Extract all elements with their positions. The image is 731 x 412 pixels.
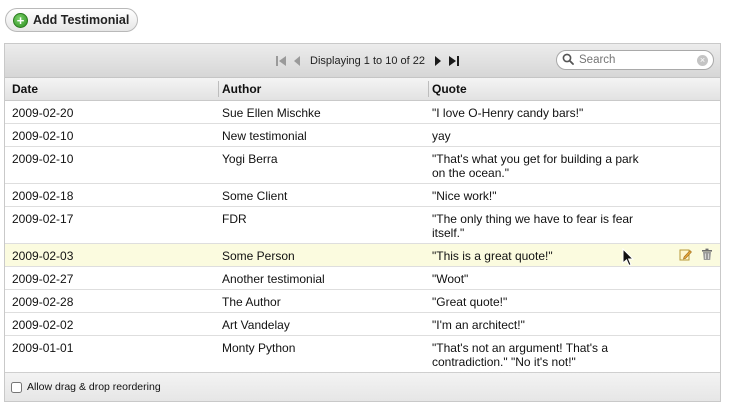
cell-author: Sue Ellen Mischke <box>222 106 321 120</box>
cell-author: Another testimonial <box>222 272 325 286</box>
table-row[interactable]: 2009-02-28 The Author "Great quote!" <box>5 290 720 313</box>
cell-author: Some Person <box>222 249 295 263</box>
cell-quote: "Great quote!" <box>432 295 508 309</box>
next-page-icon[interactable] <box>434 55 442 67</box>
cell-quote: "I'm an architect!" <box>432 318 525 332</box>
cell-author: Monty Python <box>222 341 296 355</box>
table-row[interactable]: 2009-02-18 Some Client "Nice work!" <box>5 184 720 207</box>
cell-quote: "That's not an argument! That's a contra… <box>432 341 609 369</box>
cell-author: FDR <box>222 212 247 226</box>
add-testimonial-button[interactable]: + Add Testimonial <box>5 8 138 32</box>
search-field[interactable]: × <box>556 50 714 70</box>
cell-author: The Author <box>222 295 281 309</box>
prev-page-icon[interactable] <box>293 55 301 67</box>
add-testimonial-label: Add Testimonial <box>33 13 130 27</box>
row-actions <box>679 248 713 264</box>
cell-date: 2009-02-10 <box>12 129 74 143</box>
column-divider[interactable] <box>428 81 429 97</box>
table-row[interactable]: 2009-02-17 FDR "The only thing we have t… <box>5 207 720 244</box>
table-header: Date Author Quote <box>5 78 720 101</box>
drag-drop-checkbox[interactable] <box>11 381 22 393</box>
table-row[interactable]: 2009-02-10 New testimonial yay <box>5 124 720 147</box>
cell-date: 2009-02-02 <box>12 318 74 332</box>
cell-author: Some Client <box>222 189 288 203</box>
cell-author: Art Vandelay <box>222 318 290 332</box>
cell-date: 2009-02-18 <box>12 189 74 203</box>
table-row[interactable]: 2009-02-02 Art Vandelay "I'm an architec… <box>5 313 720 336</box>
drag-drop-label: Allow drag & drop reordering <box>27 381 161 393</box>
testimonials-grid: Displaying 1 to 10 of 22 × Date Author Q… <box>4 43 721 402</box>
table-row[interactable]: 2009-02-10 Yogi Berra "That's what you g… <box>5 147 720 184</box>
cell-date: 2009-02-17 <box>12 212 74 226</box>
edit-icon[interactable] <box>679 248 692 264</box>
trash-icon[interactable] <box>701 248 713 264</box>
pager-info: Displaying 1 to 10 of 22 <box>310 54 425 67</box>
cell-date: 2009-02-28 <box>12 295 74 309</box>
last-page-icon[interactable] <box>448 55 459 67</box>
mouse-pointer-icon <box>622 247 635 270</box>
table-row[interactable]: 2009-01-01 Monty Python "That's not an a… <box>5 336 720 373</box>
cell-date: 2009-02-20 <box>12 106 74 120</box>
cell-date: 2009-02-27 <box>12 272 74 286</box>
cell-quote: "This is a great quote!" <box>432 249 553 263</box>
column-header-author[interactable]: Author <box>222 82 261 96</box>
table-row-hovered[interactable]: 2009-02-03 Some Person "This is a great … <box>5 244 720 267</box>
cell-author: New testimonial <box>222 129 307 143</box>
cell-date: 2009-01-01 <box>12 341 74 355</box>
cell-quote: "That's what you get for building a park… <box>432 152 639 180</box>
first-page-icon[interactable] <box>276 55 287 67</box>
cell-author: Yogi Berra <box>222 152 278 166</box>
column-header-date[interactable]: Date <box>12 82 38 96</box>
search-icon <box>562 53 574 68</box>
cell-date: 2009-02-03 <box>12 249 74 263</box>
cell-date: 2009-02-10 <box>12 152 74 166</box>
table-row[interactable]: 2009-02-20 Sue Ellen Mischke "I love O-H… <box>5 101 720 124</box>
grid-footer: Allow drag & drop reordering <box>5 372 720 401</box>
table-body: 2009-02-20 Sue Ellen Mischke "I love O-H… <box>5 101 720 373</box>
cell-quote: "Nice work!" <box>432 189 497 203</box>
plus-icon: + <box>13 12 28 28</box>
cell-quote: "Woot" <box>432 272 469 286</box>
grid-toolbar: Displaying 1 to 10 of 22 × <box>5 44 720 78</box>
cell-quote: "I love O-Henry candy bars!" <box>432 106 584 120</box>
clear-search-icon[interactable]: × <box>697 54 708 66</box>
column-divider[interactable] <box>218 81 219 97</box>
column-header-quote[interactable]: Quote <box>432 82 467 96</box>
cell-quote: "The only thing we have to fear is fear … <box>432 212 634 240</box>
cell-quote: yay <box>432 129 451 143</box>
pager: Displaying 1 to 10 of 22 <box>273 44 462 77</box>
table-row[interactable]: 2009-02-27 Another testimonial "Woot" <box>5 267 720 290</box>
search-input[interactable] <box>579 54 694 66</box>
